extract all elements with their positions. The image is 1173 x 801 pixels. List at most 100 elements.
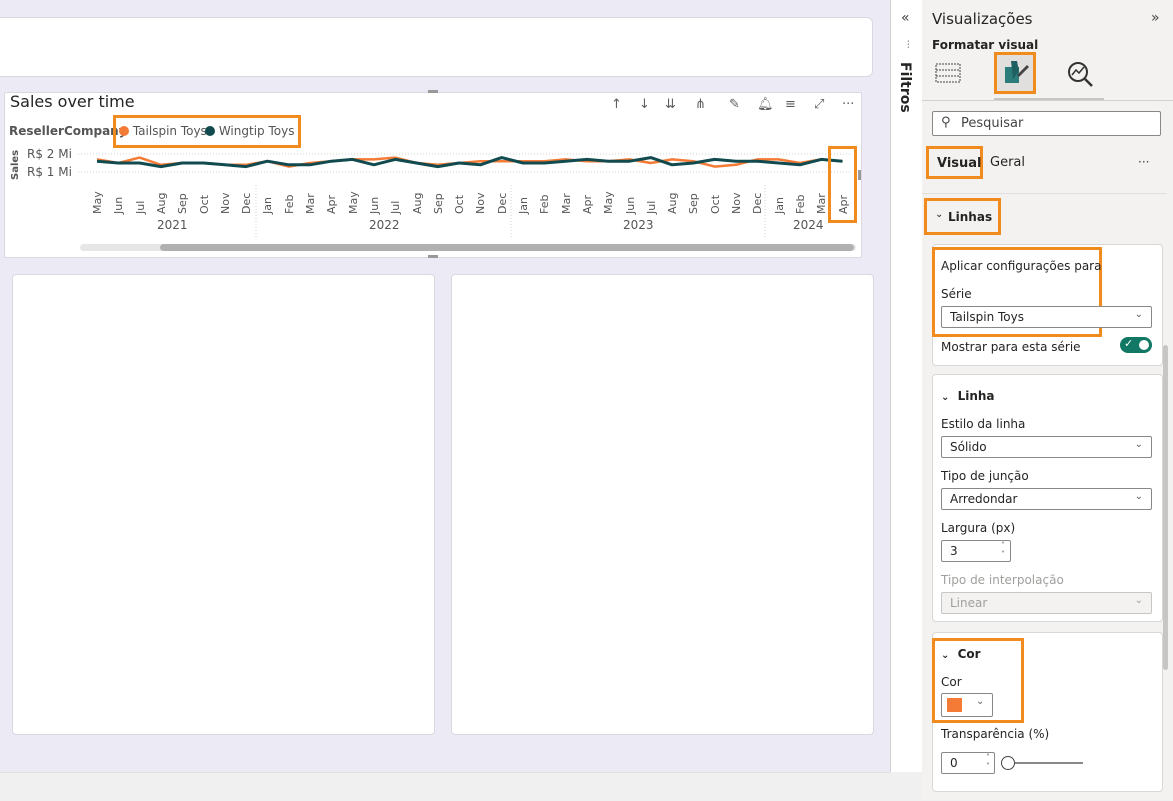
x-tick-label: May (346, 191, 360, 214)
x-tick-label: Feb (538, 194, 552, 214)
join-type-label: Tipo de junção (941, 469, 1029, 483)
color-swatch (947, 698, 962, 712)
transparency-value: 0 (950, 756, 958, 770)
paint-brush-icon (1005, 61, 1029, 83)
chevron-down-icon: ⌄ (941, 650, 950, 661)
transparency-slider-thumb[interactable] (1001, 756, 1015, 770)
pane-divider (922, 100, 1173, 101)
x-tick-label: Aug (410, 192, 424, 214)
tab-general[interactable]: Geral (990, 155, 1025, 170)
line-style-label: Estilo da linha (941, 417, 1026, 431)
transparency-stepper[interactable]: 0 ˄ ˅ (941, 752, 995, 774)
x-tick-label: Aug (154, 192, 168, 214)
x-tick-label: Nov (730, 192, 743, 214)
analytics-magnifier-icon (1068, 62, 1093, 87)
x-tick-label: Dec (240, 192, 254, 214)
interp-dropdown: Linear ⌄ (941, 592, 1152, 614)
transparency-label: Transparência (%) (941, 727, 1050, 741)
x-tick-label: Sep (687, 193, 701, 214)
plot-area[interactable] (0, 0, 880, 260)
tab-visual[interactable]: Visual (926, 146, 983, 179)
filters-label[interactable]: Filtros (897, 62, 913, 113)
chevron-down-icon: ⌄ (1134, 595, 1143, 606)
build-visual-icon[interactable] (935, 62, 961, 84)
stepper-arrows-icon[interactable]: ˄ ˅ (986, 753, 990, 771)
line-style-dropdown[interactable]: Sólido ⌄ (941, 436, 1152, 458)
x-tick-label: Mar (304, 193, 317, 214)
chevron-down-icon: ⌄ (941, 392, 950, 403)
more-options-button[interactable]: ··· (1138, 155, 1149, 169)
width-stepper[interactable]: 3 ˄ ˅ (941, 540, 1011, 562)
x-tick-label: Mar (815, 193, 829, 214)
tabs-divider (922, 193, 1167, 194)
x-tick-label: Oct (197, 194, 211, 214)
tab-visual-label: Visual (937, 156, 982, 171)
x-tick-label: Jan (772, 197, 786, 214)
section-lines-header[interactable]: ⌄ Linhas (924, 198, 1001, 235)
line-section-header[interactable]: ⌄ Linha (941, 389, 995, 403)
x-tick-label: Jun (367, 196, 381, 214)
interp-value: Linear (950, 596, 988, 610)
section-lines-label: Linhas (948, 210, 993, 224)
color-section-header[interactable]: ⌄ Cor (941, 647, 981, 661)
year-label: 2023 (623, 218, 654, 232)
filter-bars-icon: ⫶ (907, 40, 910, 51)
x-tick-label: Aug (666, 192, 680, 214)
apr-2024-highlight (828, 146, 857, 223)
analytics-tab[interactable] (1066, 60, 1094, 88)
x-tick-label: Sep (176, 193, 190, 214)
search-input[interactable]: ⚲ Pesquisar (932, 111, 1161, 136)
width-value: 3 (950, 544, 958, 558)
x-tick-label: Jan (261, 197, 275, 214)
format-visual-tab[interactable] (994, 52, 1036, 94)
x-tick-label: Mar (559, 193, 573, 214)
filters-pane-collapsed[interactable] (890, 0, 924, 772)
x-tick-label: Dec (751, 192, 765, 214)
chart-scrollbar-thumb[interactable] (160, 244, 854, 251)
x-tick-label: May (602, 191, 616, 214)
collapse-filters-icon[interactable]: « (901, 10, 910, 26)
x-tick-label: Nov (218, 192, 232, 214)
expand-pane-icon[interactable]: » (1151, 10, 1160, 26)
line-section-label: Linha (957, 389, 995, 403)
show-series-toggle[interactable]: ✓ (1120, 337, 1152, 353)
table-grid-icon (935, 63, 961, 83)
pane-scrollbar[interactable] (1163, 345, 1168, 670)
search-placeholder: Pesquisar (961, 116, 1024, 131)
x-tick-label: Nov (474, 192, 488, 214)
x-tick-label: Dec (495, 192, 509, 214)
width-label: Largura (px) (941, 521, 1016, 535)
page-tab-bar (0, 772, 890, 801)
bottom-right-visual-placeholder[interactable] (451, 274, 874, 735)
serie-dropdown-value: Tailspin Toys (950, 310, 1024, 324)
join-type-dropdown[interactable]: Arredondar ⌄ (941, 488, 1152, 510)
search-icon: ⚲ (941, 115, 951, 130)
year-label: 2021 (157, 218, 188, 232)
chevron-down-icon: ⌄ (1134, 439, 1143, 450)
pane-subtitle: Formatar visual (932, 38, 1039, 52)
x-tick-label: Apr (580, 194, 594, 214)
chevron-down-icon: ⌄ (1134, 309, 1143, 320)
x-tick-label: Jan (517, 197, 530, 214)
transparency-slider-track[interactable] (1008, 762, 1083, 764)
apply-settings-title: Aplicar configurações para (941, 259, 1102, 273)
chevron-down-icon: ⌄ (976, 696, 985, 707)
line-style-value: Sólido (950, 440, 987, 454)
interp-label: Tipo de interpolação (941, 573, 1064, 587)
serie-label: Série (941, 287, 972, 301)
year-label: 2022 (369, 218, 400, 232)
year-label: 2024 (793, 218, 824, 232)
stepper-arrows-icon[interactable]: ˄ ˅ (1001, 541, 1005, 559)
x-tick-label: Feb (282, 194, 296, 214)
color-picker[interactable]: ⌄ (941, 693, 993, 717)
bottom-left-visual-placeholder[interactable] (12, 274, 435, 735)
x-tick-label: Jul (389, 200, 403, 214)
x-tick-label: Jun (623, 196, 637, 214)
chevron-down-icon: ⌄ (935, 209, 944, 220)
x-tick-label: Feb (793, 194, 807, 214)
join-type-value: Arredondar (950, 492, 1018, 506)
toggle-knob (1139, 340, 1149, 350)
chevron-down-icon: ⌄ (1134, 491, 1143, 502)
serie-dropdown[interactable]: Tailspin Toys ⌄ (941, 306, 1152, 328)
x-tick-label: May (91, 191, 104, 214)
